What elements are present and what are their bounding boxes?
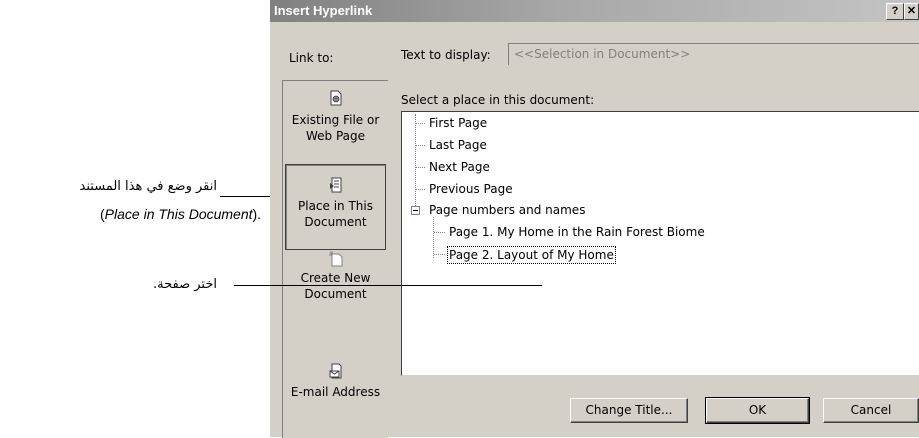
title-bar: Insert Hyperlink ? ✕ [270,0,919,22]
dialog-title: Insert Hyperlink [274,3,373,18]
link-create-label-1: Create New [300,271,371,285]
ok-button[interactable]: OK [705,397,810,424]
tree-item-previous-page[interactable]: Previous Page [429,181,513,197]
callout-line-choose-page [234,285,542,286]
tree-item-page-2[interactable]: Page 2. Layout of My Home [447,246,616,264]
tree-item-page-numbers[interactable]: Page numbers and names [429,202,585,218]
collapse-icon[interactable] [411,206,420,215]
email-envelope-icon [329,363,342,379]
tree-item-next-page[interactable]: Next Page [429,159,490,175]
close-button[interactable]: ✕ [904,3,919,20]
new-document-icon [329,251,343,267]
callout-choose-page-arabic: اختر صفحة. [153,277,217,292]
cancel-button[interactable]: Cancel [823,398,919,423]
link-existing-file[interactable]: Existing File or Web Page [283,81,388,161]
tree-item-page-1[interactable]: Page 1. My Home in the Rain Forest Biome [449,224,705,240]
link-to-label: Link to: [289,51,334,65]
select-place-label: Select a place in this document: [401,93,595,107]
text-to-display-field[interactable]: <<Selection in Document>> [508,43,919,65]
callout-place-in-document-english: (Place in This Document). [100,206,262,222]
link-existing-label-1: Existing File or [291,113,380,127]
text-to-display-label: Text to display: [401,48,491,62]
link-create-new-document[interactable]: Create New Document [283,249,388,334]
document-globe-icon [330,90,342,106]
link-place-label-1: Place in This [298,199,373,213]
link-place-label-2: Document [304,215,367,229]
link-place-in-document[interactable]: Place in This Document [285,164,386,250]
change-title-button[interactable]: Change Title... [570,398,688,423]
callout-place-in-document-arabic: انقر وضع في هذا المستند [79,179,217,194]
tree-item-last-page[interactable]: Last Page [429,137,487,153]
insert-hyperlink-dialog: Insert Hyperlink ? ✕ Link to: Text to di… [270,0,919,438]
place-tree[interactable]: First Page Last Page Next Page Previous … [401,111,919,376]
link-to-bar: Existing File or Web Page Place in This … [282,80,388,438]
link-email-label: E-mail Address [290,385,381,399]
link-email-address[interactable]: E-mail Address [283,351,388,421]
link-existing-label-2: Web Page [305,129,366,143]
link-create-label-2: Document [304,287,367,301]
document-page-icon [330,177,342,193]
tree-item-first-page[interactable]: First Page [429,115,487,131]
help-button[interactable]: ? [886,3,904,20]
